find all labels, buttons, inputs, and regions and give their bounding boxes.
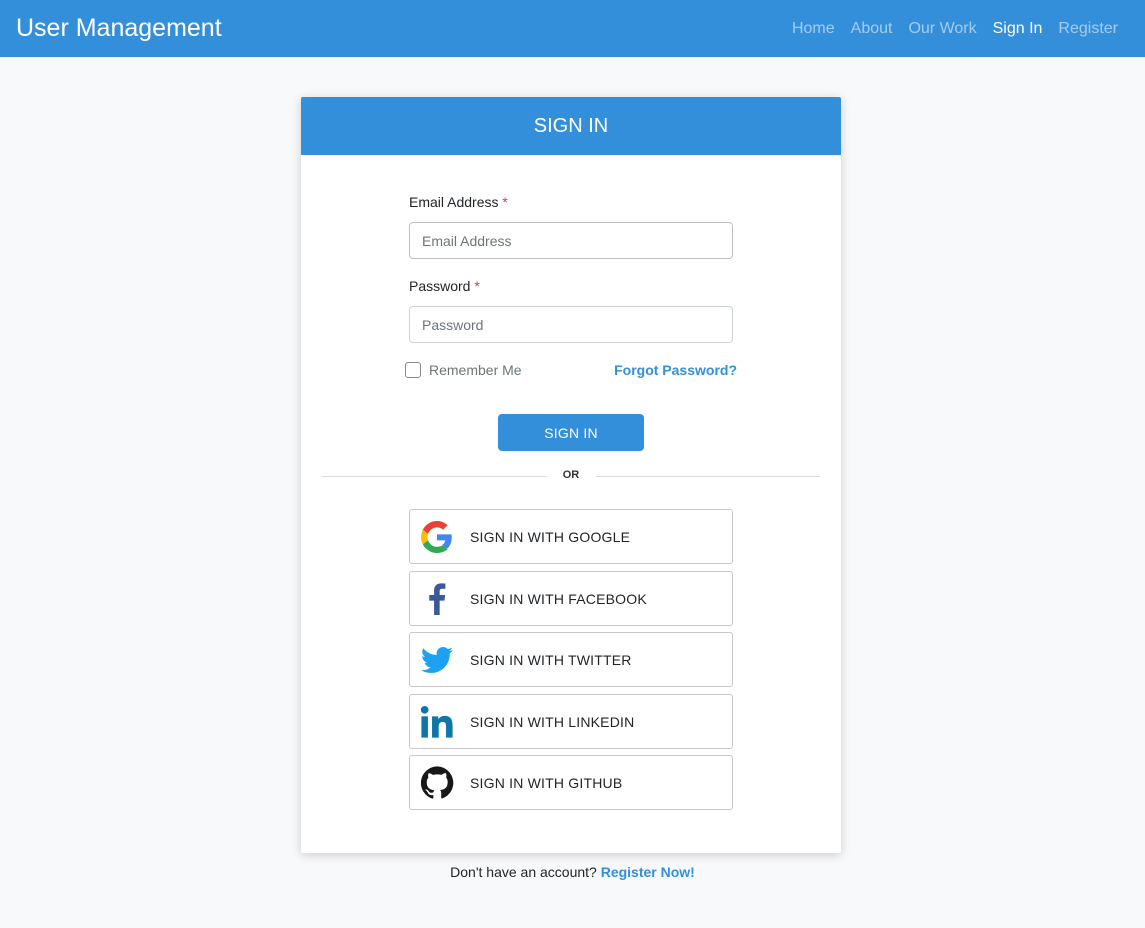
- forgot-password-link[interactable]: Forgot Password?: [614, 362, 737, 378]
- brand-title[interactable]: User Management: [16, 0, 222, 57]
- sign-in-github-label: SIGN IN WITH GITHUB: [470, 774, 623, 791]
- password-required-mark: *: [474, 278, 480, 294]
- divider-or-text: OR: [562, 469, 580, 481]
- password-label: Password *: [409, 278, 480, 294]
- google-icon: [410, 509, 470, 564]
- linkedin-icon: [410, 694, 470, 749]
- nav-link-our-work[interactable]: Our Work: [900, 0, 984, 57]
- remember-me-checkbox[interactable]: [405, 362, 421, 378]
- sign-in-google-button[interactable]: SIGN IN WITH GOOGLE: [409, 509, 733, 564]
- facebook-icon: [410, 571, 470, 626]
- email-label-text: Email Address: [409, 194, 499, 210]
- nav-link-sign-in[interactable]: Sign In: [985, 0, 1051, 57]
- email-label: Email Address *: [409, 194, 508, 210]
- nav-link-home[interactable]: Home: [784, 0, 843, 57]
- email-input[interactable]: [409, 222, 733, 259]
- sign-in-facebook-button[interactable]: SIGN IN WITH FACEBOOK: [409, 571, 733, 626]
- sign-in-facebook-label: SIGN IN WITH FACEBOOK: [470, 590, 647, 607]
- or-divider: OR: [322, 469, 820, 481]
- password-label-text: Password: [409, 278, 471, 294]
- register-prompt: Don't have an account? Register Now!: [0, 864, 1145, 880]
- top-navbar: User Management Home About Our Work Sign…: [0, 0, 1145, 57]
- github-icon: [410, 755, 470, 810]
- nav-links: Home About Our Work Sign In Register: [784, 0, 1129, 57]
- sign-in-twitter-label: SIGN IN WITH TWITTER: [470, 651, 632, 668]
- remember-me[interactable]: Remember Me: [405, 362, 522, 378]
- nav-link-about[interactable]: About: [843, 0, 901, 57]
- sign-in-card: SIGN IN Email Address * Password * Remem…: [301, 97, 841, 853]
- password-input[interactable]: [409, 306, 733, 343]
- register-prompt-text: Don't have an account?: [450, 864, 597, 880]
- nav-link-register[interactable]: Register: [1050, 0, 1129, 57]
- email-required-mark: *: [502, 194, 508, 210]
- sign-in-google-label: SIGN IN WITH GOOGLE: [470, 528, 631, 545]
- card-title: SIGN IN: [301, 97, 841, 155]
- remember-me-label: Remember Me: [429, 362, 522, 378]
- sign-in-twitter-button[interactable]: SIGN IN WITH TWITTER: [409, 632, 733, 687]
- sign-in-linkedin-button[interactable]: SIGN IN WITH LINKEDIN: [409, 694, 733, 749]
- register-now-link[interactable]: Register Now!: [601, 864, 695, 880]
- divider-line-right: [596, 476, 820, 477]
- sign-in-button[interactable]: SIGN IN: [498, 414, 644, 451]
- sign-in-linkedin-label: SIGN IN WITH LINKEDIN: [470, 713, 635, 730]
- sign-in-github-button[interactable]: SIGN IN WITH GITHUB: [409, 755, 733, 810]
- twitter-icon: [410, 632, 470, 687]
